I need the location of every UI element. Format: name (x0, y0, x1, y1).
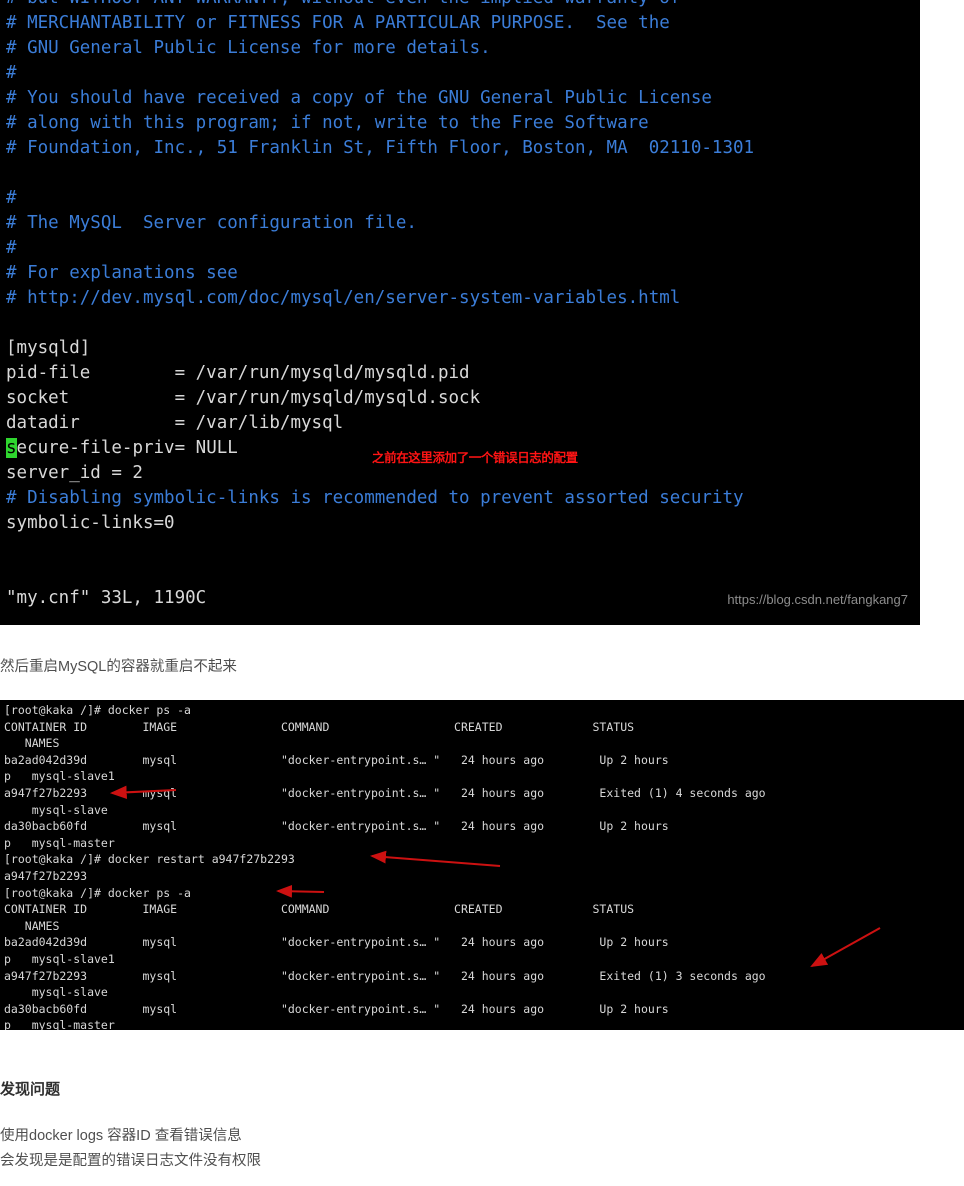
vim-line-8: # (6, 188, 17, 208)
docker-line-17: mysql-slave (4, 985, 108, 1000)
vim-line-13 (6, 311, 754, 336)
vim-line-4: # You should have received a copy of the… (6, 88, 712, 108)
vim-line-6: # Foundation, Inc., 51 Franklin St, Fift… (6, 138, 755, 158)
vim-line-16: socket = /var/run/mysqld/mysqld.sock (6, 388, 481, 408)
vim-line-10: # (6, 238, 17, 258)
docker-line-4: p mysql-slave1 (4, 769, 115, 784)
vim-line-11: # For explanations see (6, 263, 238, 283)
vim-line-2: # GNU General Public License for more de… (6, 38, 491, 58)
docker-line-2: NAMES (4, 736, 60, 751)
docker-line-9: [root@kaka /]# docker restart a947f27b22… (4, 852, 295, 867)
red-annotation-note: 之前在这里添加了一个错误日志的配置 (372, 450, 578, 465)
docker-line-10: a947f27b2293 (4, 868, 88, 883)
vim-line-5: # along with this program; if not, write… (6, 113, 649, 133)
docker-ps-output: [root@kaka /]# docker ps -a CONTAINER ID … (4, 702, 766, 1030)
vim-line-0: # but WITHOUT ANY WARRANTY; without even… (6, 0, 754, 11)
vim-terminal-window[interactable]: # but WITHOUT ANY WARRANTY; without even… (0, 0, 920, 625)
docker-line-0: [root@kaka /]# docker ps -a (4, 703, 191, 717)
vim-line-14: [mysqld] (6, 338, 91, 358)
docker-line-13: NAMES (4, 918, 60, 933)
docker-line-18: da30bacb60fd mysql "docker-entrypoint.s…… (4, 1001, 669, 1016)
docker-line-6: mysql-slave (4, 802, 108, 817)
prose-restart-fails: 然后重启MySQL的容器就重启不起来 (0, 659, 237, 675)
vim-line-17: datadir = /var/lib/mysql (6, 413, 344, 433)
docker-line-14: ba2ad042d39d mysql "docker-entrypoint.s…… (4, 935, 669, 950)
vim-cursor-block: s (6, 438, 17, 458)
vim-line-7 (6, 161, 754, 186)
vim-line-1: # MERCHANTABILITY or FITNESS FOR A PARTI… (6, 13, 670, 33)
vim-line-12: # http://dev.mysql.com/doc/mysql/en/serv… (6, 288, 681, 308)
arrow-to-exited-status (810, 927, 881, 968)
vim-status-line: "my.cnf" 33L, 1190C (6, 588, 207, 608)
docker-line-3: ba2ad042d39d mysql "docker-entrypoint.s…… (4, 752, 669, 767)
docker-line-15: p mysql-slave1 (4, 951, 115, 966)
docker-line-5: a947f27b2293 mysql "docker-entrypoint.s…… (4, 785, 766, 800)
docker-line-7: da30bacb60fd mysql "docker-entrypoint.s…… (4, 819, 669, 834)
vim-line-21: symbolic-links=0 (6, 513, 175, 533)
heading-found-problem: 发现问题 (0, 1081, 61, 1098)
vim-line-15: pid-file = /var/run/mysqld/mysqld.pid (6, 363, 470, 383)
docker-line-12: CONTAINER ID IMAGE COMMAND CREATED STATU… (4, 902, 635, 917)
docker-line-11: [root@kaka /]# docker ps -a (4, 885, 191, 900)
docker-line-16: a947f27b2293 mysql "docker-entrypoint.s…… (4, 968, 766, 983)
docker-terminal-window[interactable]: [root@kaka /]# docker ps -a CONTAINER ID … (0, 700, 964, 1030)
vim-line-9: # The MySQL Server configuration file. (6, 213, 417, 233)
docker-line-19: p mysql-master (4, 1018, 115, 1030)
docker-line-8: p mysql-master (4, 835, 115, 850)
docker-line-1: CONTAINER ID IMAGE COMMAND CREATED STATU… (4, 719, 635, 734)
watermark-vim: https://blog.csdn.net/fangkang7 (727, 592, 908, 607)
vim-line-3: # (6, 63, 17, 83)
vim-line-20: # Disabling symbolic-links is recommende… (6, 488, 744, 508)
prose-problem-detail: 使用docker logs 容器ID 查看错误信息 会发现是是配置的错误日志文件… (0, 1128, 261, 1169)
